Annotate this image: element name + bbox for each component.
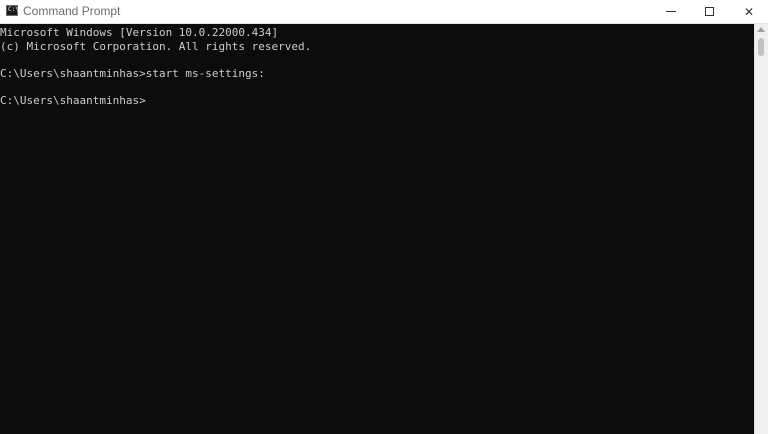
close-button[interactable]: ✕ — [727, 0, 768, 23]
console-line: Microsoft Windows [Version 10.0.22000.43… — [0, 26, 279, 39]
close-icon: ✕ — [743, 4, 755, 19]
command-prompt-window: C:\ Command Prompt ✕ Microsoft Windows [… — [0, 0, 768, 434]
maximize-icon — [704, 7, 714, 16]
maximize-button[interactable] — [687, 0, 731, 23]
console-line: C:\Users\shaantminhas>start ms-settings: — [0, 66, 265, 80]
minimize-icon — [666, 11, 676, 12]
title-bar[interactable]: C:\ Command Prompt ✕ — [0, 0, 768, 24]
cmd-icon: C:\ — [6, 5, 19, 16]
vertical-scrollbar[interactable] — [754, 24, 768, 434]
console-prompt-line[interactable]: C:\Users\shaantminhas> — [0, 94, 754, 108]
scroll-up-arrow-icon[interactable] — [757, 27, 765, 32]
console-output[interactable]: Microsoft Windows [Version 10.0.22000.43… — [0, 24, 754, 434]
scrollbar-thumb[interactable] — [758, 38, 764, 56]
cmd-icon-glyph: C:\ — [8, 6, 19, 13]
console-line: (c) Microsoft Corporation. All rights re… — [0, 39, 312, 53]
window-title: Command Prompt — [23, 4, 121, 18]
